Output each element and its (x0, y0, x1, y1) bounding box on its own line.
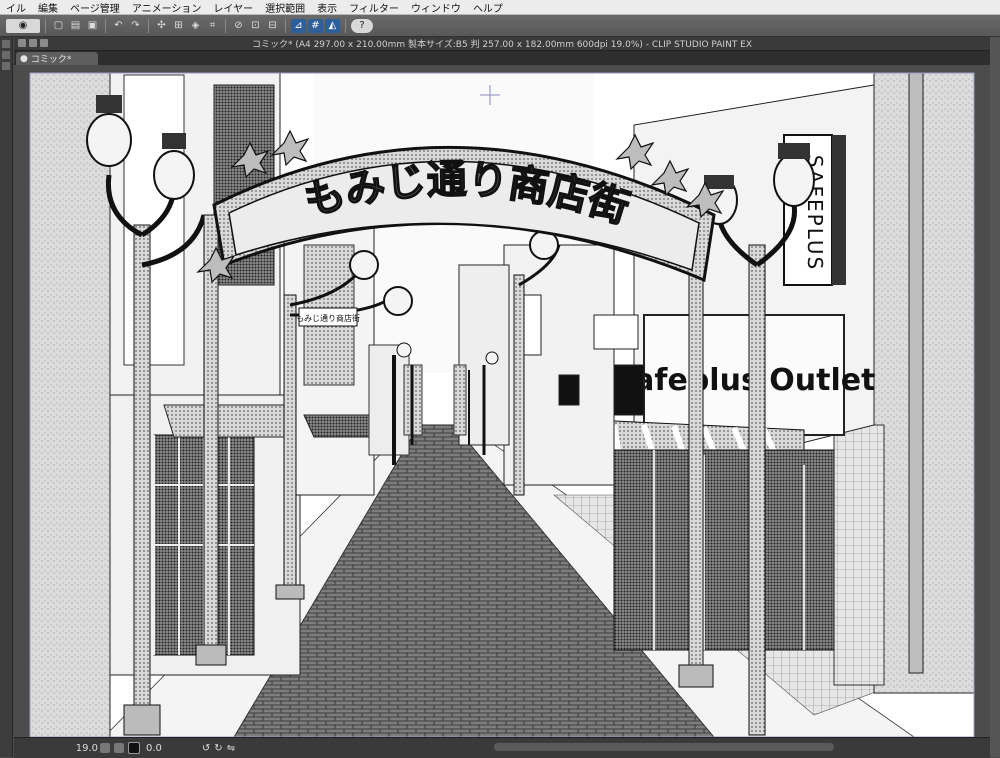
panel-grip-icon[interactable] (2, 51, 10, 59)
toolbar-divider (345, 18, 346, 33)
menu-layer[interactable]: レイヤー (207, 0, 259, 15)
arch-pillar-right (688, 244, 704, 676)
help-icon: ? (359, 20, 365, 31)
transform-button[interactable]: ✣ (154, 19, 169, 33)
snap-ruler-button[interactable]: ⊿ (291, 18, 306, 33)
menu-view[interactable]: 表示 (311, 0, 343, 15)
toolbar-divider (148, 18, 149, 33)
menu-file[interactable]: イル (0, 0, 32, 15)
save-icon: ▣ (87, 20, 98, 31)
toolbar-divider (225, 18, 226, 33)
menu-window[interactable]: ウィンドウ (405, 0, 467, 15)
menu-help[interactable]: ヘルプ (467, 0, 509, 15)
perspective-icon: ◭ (328, 20, 337, 31)
right-mid-dark-sign (558, 374, 580, 406)
tab-label: コミック* (30, 55, 72, 65)
panel-grip-icon[interactable] (2, 62, 10, 70)
undo-icon: ↶ (114, 20, 123, 31)
left-mid-awning (303, 414, 375, 438)
outlet-storefront (613, 449, 835, 651)
rotation-angle[interactable]: 0.0 (146, 743, 162, 754)
select-all-button[interactable]: ⊞ (171, 19, 186, 33)
redo-icon: ↷ (131, 20, 140, 31)
open-file-button[interactable]: ▤ (68, 19, 83, 33)
tiled-pillar (833, 424, 885, 686)
snap-grid-icon: ⊡ (251, 20, 260, 31)
sparkle-icon: ✣ (157, 20, 166, 31)
flip-icon[interactable]: ⇋ (227, 743, 235, 754)
ruler-icon: ⊿ (294, 20, 303, 31)
horizontal-scrollbar[interactable] (494, 743, 834, 751)
snap-off-button[interactable]: ⊘ (231, 19, 246, 33)
safeplus-sign-bracket (832, 135, 846, 285)
undo-button[interactable]: ↶ (111, 19, 126, 33)
status-bar: 19.0 0.0 ↺ ↻ ⇋ (14, 737, 990, 758)
zoom-level[interactable]: 19.0 (68, 743, 98, 754)
snap-perspective-button[interactable]: ◭ (325, 18, 340, 33)
snap-special-button[interactable]: ⊟ (265, 19, 280, 33)
redo-button[interactable]: ↷ (128, 19, 143, 33)
tab-comic[interactable]: ● コミック* (16, 52, 98, 65)
toolbar-divider (285, 18, 286, 33)
help-button[interactable]: ? (351, 18, 373, 33)
rotate-reset-icon[interactable] (128, 742, 140, 754)
close-window-icon[interactable] (18, 39, 26, 47)
menu-bar: イル 編集 ページ管理 アニメーション レイヤー 選択範囲 表示 フィルター ウ… (0, 0, 1000, 15)
menu-filter[interactable]: フィルター (343, 0, 405, 15)
left-building-near (29, 72, 111, 737)
canvas-area[interactable]: Safeplus Outlet SAFEPLUS もみじ通り商店街 もみじ通り商… (14, 65, 990, 737)
snap-grid-button[interactable]: ⊡ (248, 19, 263, 33)
rotate-left-icon[interactable]: ↺ (202, 743, 210, 754)
left-building-window-strip (123, 74, 185, 366)
menu-page[interactable]: ページ管理 (64, 0, 126, 15)
drain-pipe (908, 72, 924, 674)
small-street-sign-text: もみじ通り商店街 (296, 313, 360, 323)
rotate-right-icon[interactable]: ↻ (214, 743, 222, 754)
tab-dot-icon: ● (20, 53, 28, 64)
right-building-farthest (453, 364, 467, 436)
clip-logo-icon: ◉ (18, 20, 28, 31)
right-panel-edge (990, 37, 1000, 757)
crop-icon: ⌗ (209, 20, 216, 31)
toolbar-divider (105, 18, 106, 33)
grid-icon: ⊞ (174, 20, 183, 31)
menu-animation[interactable]: アニメーション (126, 0, 208, 15)
left-panel-edge (0, 37, 13, 757)
fill-button[interactable]: ◈ (188, 19, 203, 33)
crop-button[interactable]: ⌗ (205, 19, 220, 33)
grid-snap-icon: # (311, 20, 320, 31)
new-file-button[interactable]: ▢ (51, 19, 66, 33)
toolbar-divider (45, 18, 46, 33)
left-awning (163, 404, 305, 438)
snap-grid-active-button[interactable]: # (308, 18, 323, 33)
outlet-sign-text: Safeplus Outlet (613, 363, 876, 398)
menu-selection[interactable]: 選択範囲 (259, 0, 311, 15)
document-title: コミック* (A4 297.00 x 210.00mm 製本サイズ:B5 判 2… (251, 40, 753, 50)
document-tab-bar: ● コミック* (14, 51, 990, 65)
app-logo-button[interactable]: ◉ (6, 18, 40, 33)
snap-off-icon: ⊘ (234, 20, 243, 31)
zoom-stepper-icon[interactable] (100, 743, 110, 753)
panel-grip-icon[interactable] (2, 40, 10, 48)
hanging-shop-sign (593, 314, 639, 350)
menu-edit[interactable]: 編集 (32, 0, 64, 15)
command-bar: ◉ ▢ ▤ ▣ ↶ ↷ ✣ ⊞ ◈ ⌗ ⊘ ⊡ ⊟ ⊿ # ◭ ? (0, 15, 1000, 37)
new-file-icon: ▢ (53, 20, 64, 31)
fit-view-icon[interactable] (114, 743, 124, 753)
folder-icon: ▤ (70, 20, 81, 31)
manga-street-artwork: Safeplus Outlet SAFEPLUS もみじ通り商店街 もみじ通り商… (29, 72, 975, 737)
arch-pillar-left (203, 214, 219, 656)
document-title-bar: コミック* (A4 297.00 x 210.00mm 製本サイズ:B5 判 2… (14, 37, 990, 51)
right-building-near (873, 72, 975, 694)
bucket-icon: ◈ (191, 20, 200, 31)
maximize-window-icon[interactable] (40, 39, 48, 47)
left-building-far (368, 344, 410, 456)
snap-special-icon: ⊟ (268, 20, 277, 31)
save-button[interactable]: ▣ (85, 19, 100, 33)
minimize-window-icon[interactable] (29, 39, 37, 47)
